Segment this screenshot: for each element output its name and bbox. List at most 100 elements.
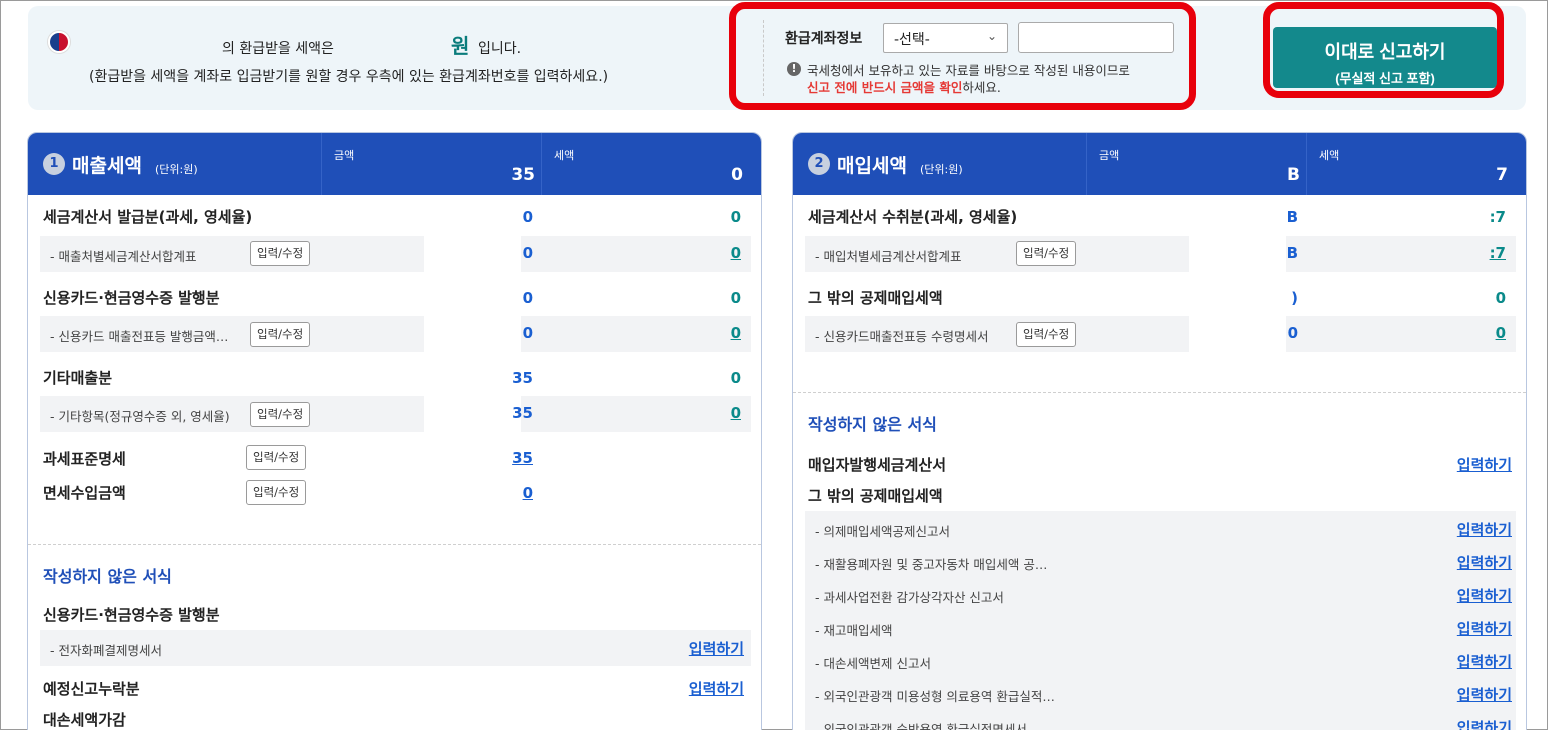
government-seal-icon <box>48 31 70 53</box>
row-label: 기타매출분 <box>43 369 113 387</box>
row-amount: ) <box>1291 289 1298 307</box>
row-bg <box>521 396 751 432</box>
row-tax-link[interactable]: 0 <box>731 244 741 262</box>
amount-total: B <box>1287 165 1300 185</box>
section-title: 매출세액 <box>72 155 142 177</box>
refund-suffix: 입니다. <box>478 41 522 57</box>
row-amount: 0 <box>522 324 533 342</box>
section-number-badge: 1 <box>43 153 65 175</box>
enter-form-link[interactable]: 입력하기 <box>1457 585 1512 606</box>
row-bg <box>805 610 1516 643</box>
enter-form-link[interactable]: 입력하기 <box>1457 684 1512 705</box>
row-tax: 0 <box>730 208 741 226</box>
row-amount: B <box>1286 208 1298 226</box>
amount-label: 금액 <box>1099 149 1120 162</box>
section-number-badge: 2 <box>808 153 830 175</box>
row-label: 세금계산서 수취분(과세, 영세율) <box>808 208 1018 226</box>
edit-button[interactable]: 입력/수정 <box>246 445 307 470</box>
row-sublabel: - 매출처별세금계산서합계표 <box>50 249 197 264</box>
purchase-tax-panel: 2 매입세액 (단위:원) 금액 B 세액 7 세금계산서 수취분(과세, 영세… <box>792 132 1527 730</box>
tax-column-header: 세액 7 <box>1306 133 1526 195</box>
edit-button[interactable]: 입력/수정 <box>250 402 311 427</box>
section-title: 매입세액 <box>837 155 907 177</box>
row-label: 세금계산서 발급분(과세, 영세율) <box>43 208 253 226</box>
amount-total: 35 <box>511 165 535 185</box>
enter-form-link[interactable]: 입력하기 <box>1457 454 1512 475</box>
row-amount-link[interactable]: 0 <box>523 484 533 502</box>
row-sublabel: - 신용카드 매출전표등 발행금액… <box>50 329 229 344</box>
refund-hint: (환급받을 세액을 계좌로 입금받기를 원할 경우 우측에 있는 환급계좌번호를… <box>89 69 609 85</box>
row-sublabel: - 매입처별세금계산서합계표 <box>815 249 962 264</box>
row-tax: 0 <box>730 289 741 307</box>
edit-button[interactable]: 입력/수정 <box>1016 322 1077 347</box>
enter-form-link[interactable]: 입력하기 <box>1457 717 1512 730</box>
form-label: 예정신고누락분 <box>43 680 140 698</box>
row-tax-link[interactable]: 0 <box>731 404 741 422</box>
amount-column-header: 금액 B <box>1086 133 1306 195</box>
row-bg <box>1286 236 1516 272</box>
form-sublabel: - 재활용폐자원 및 중고자동차 매입세액 공… <box>815 557 1048 572</box>
enter-form-link[interactable]: 입력하기 <box>1457 651 1512 672</box>
enter-form-link[interactable]: 입력하기 <box>689 638 744 659</box>
row-amount: 0 <box>522 208 533 226</box>
tax-label: 세액 <box>1319 149 1340 162</box>
form-sublabel: - 의제매입세액공제신고서 <box>815 524 950 539</box>
row-amount: 0 <box>522 244 533 262</box>
unwritten-forms-title: 작성하지 않은 서식 <box>43 567 172 586</box>
tax-total: 0 <box>731 165 743 185</box>
purchase-tax-header: 2 매입세액 (단위:원) 금액 B 세액 7 <box>793 133 1526 195</box>
form-label: 대손세액가감 <box>43 711 126 729</box>
tax-column-header: 세액 0 <box>541 133 761 195</box>
form-sublabel: - 외국인관광객 미용성형 의료용역 환급실적… <box>815 689 1055 704</box>
row-amount: 35 <box>512 369 533 387</box>
tax-total: 7 <box>1496 165 1508 185</box>
row-tax: 0 <box>730 369 741 387</box>
row-sublabel: - 기타항목(정규영수증 외, 영세율) <box>50 409 230 424</box>
row-tax-link[interactable]: 0 <box>731 324 741 342</box>
edit-button[interactable]: 입력/수정 <box>250 241 311 266</box>
row-bg <box>521 316 751 352</box>
row-amount: B <box>1286 244 1298 262</box>
row-label: 그 밖의 공제매입세액 <box>808 289 943 307</box>
row-amount: 0 <box>1287 324 1298 342</box>
row-amount: 0 <box>522 289 533 307</box>
row-tax-link[interactable]: :7 <box>1490 244 1506 262</box>
enter-form-link[interactable]: 입력하기 <box>1457 618 1512 639</box>
row-label: 과세표준명세 <box>43 450 126 468</box>
amount-column-header: 금액 35 <box>321 133 541 195</box>
form-label: 매입자발행세금계산서 <box>808 456 947 474</box>
amount-label: 금액 <box>334 149 355 162</box>
refund-amount-text: 의 환급받을 세액은 <box>222 41 334 57</box>
form-sublabel: - 외국인관광객 숙박용역 환급실적명세서 <box>815 722 1027 730</box>
refund-currency: 원 <box>451 34 470 58</box>
row-bg <box>1286 316 1516 352</box>
form-sublabel: - 재고매입세액 <box>815 623 893 638</box>
row-tax: :7 <box>1489 208 1506 226</box>
highlight-box-account <box>729 2 1196 110</box>
row-amount: 35 <box>512 404 533 422</box>
edit-button[interactable]: 입력/수정 <box>246 480 307 505</box>
form-sublabel: - 대손세액변제 신고서 <box>815 656 931 671</box>
highlight-box-submit <box>1263 2 1504 98</box>
form-sublabel: - 과세사업전환 감가상각자산 신고서 <box>815 590 1004 605</box>
tax-label: 세액 <box>554 149 575 162</box>
row-label: 신용카드·현금영수증 발행분 <box>43 289 220 307</box>
enter-form-link[interactable]: 입력하기 <box>1457 552 1512 573</box>
enter-form-link[interactable]: 입력하기 <box>1457 519 1512 540</box>
edit-button[interactable]: 입력/수정 <box>1016 241 1077 266</box>
form-group-label: 신용카드·현금영수증 발행분 <box>43 606 220 624</box>
form-sublabel: - 전자화폐결제명세서 <box>50 643 162 658</box>
unit-label: (단위:원) <box>920 163 963 176</box>
row-amount-link[interactable]: 35 <box>512 449 533 467</box>
form-group-label: 그 밖의 공제매입세액 <box>808 487 943 505</box>
row-tax: 0 <box>1495 289 1506 307</box>
row-label: 면세수입금액 <box>43 484 126 502</box>
row-bg <box>521 236 751 272</box>
unit-label: (단위:원) <box>155 163 198 176</box>
row-sublabel: - 신용카드매출전표등 수령명세서 <box>815 329 989 344</box>
sales-tax-panel: 1 매출세액 (단위:원) 금액 35 세액 0 세금계산서 발급분(과세, 영… <box>27 132 762 730</box>
section-divider <box>793 392 1526 393</box>
row-tax-link[interactable]: 0 <box>1496 324 1506 342</box>
enter-form-link[interactable]: 입력하기 <box>689 678 744 699</box>
edit-button[interactable]: 입력/수정 <box>250 322 311 347</box>
